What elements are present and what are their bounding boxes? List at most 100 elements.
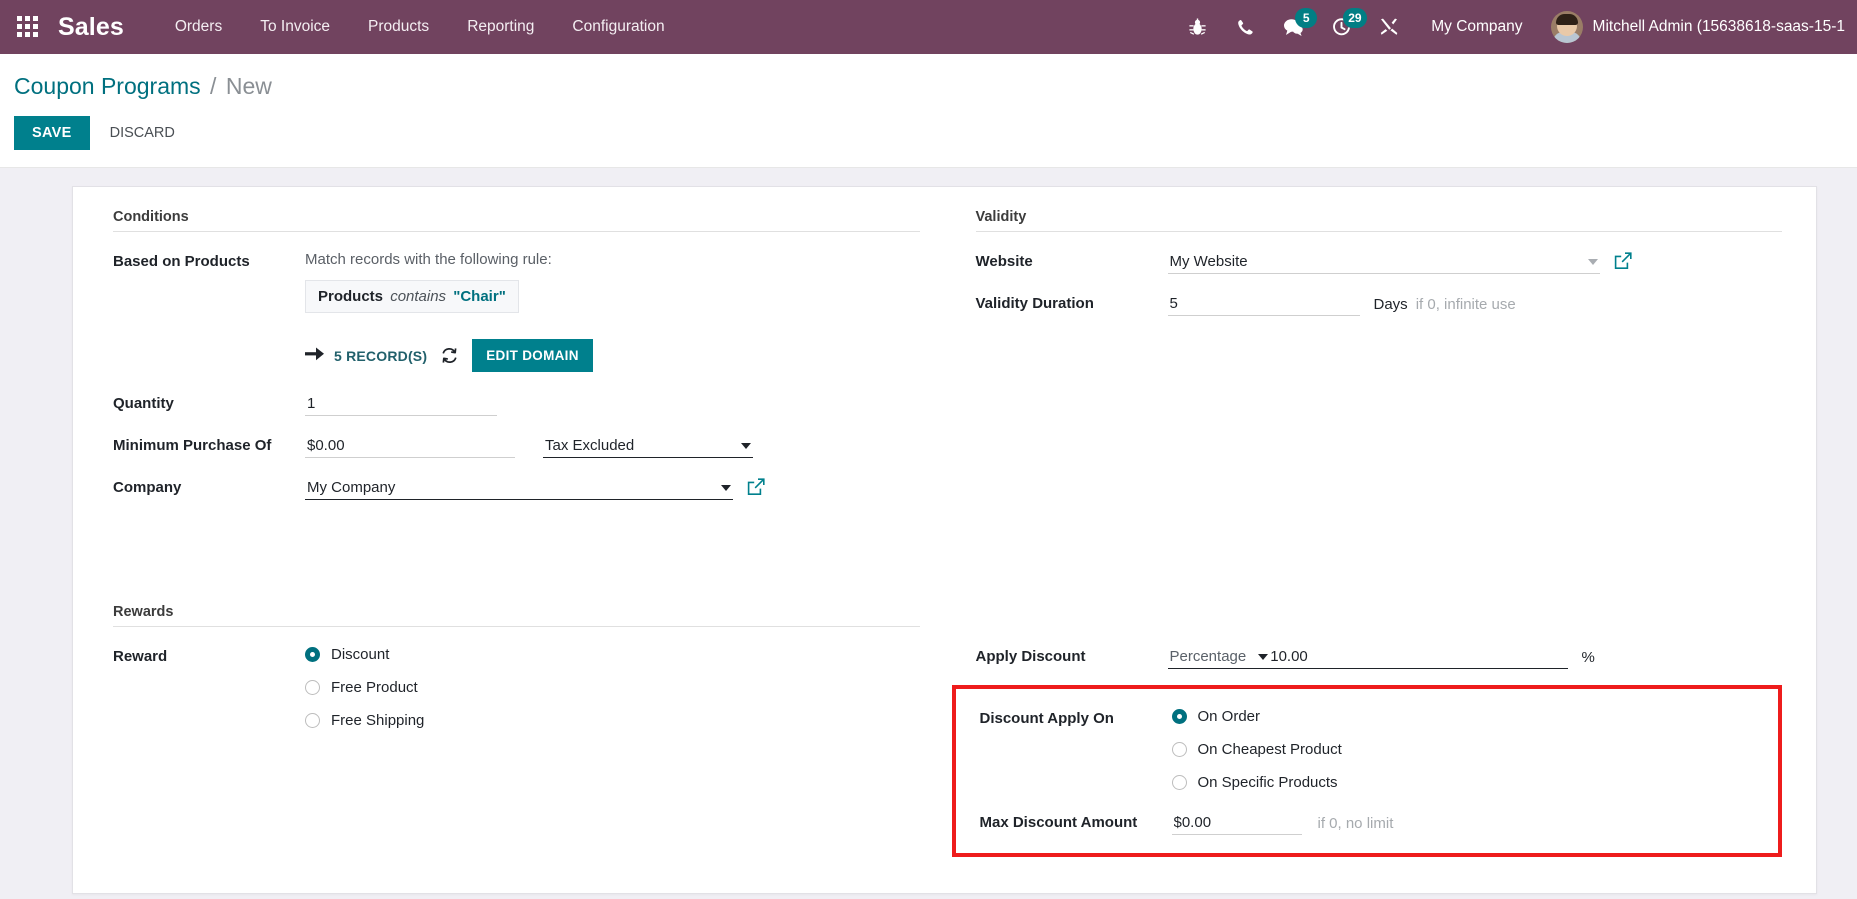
field-reward: Reward Discount Free Product Free Shippi… (113, 643, 920, 729)
conditions-group: Conditions Based on Products Match recor… (113, 209, 920, 516)
discount-apply-on-option-specific-products[interactable]: On Specific Products (1171, 774, 1763, 791)
quantity-label: Quantity (113, 395, 174, 412)
field-company: Company My Company (113, 474, 920, 502)
apply-discount-type-value: Percentage (1169, 648, 1247, 665)
breadcrumb: Coupon Programs / New (0, 70, 1857, 102)
max-discount-hint: if 0, no limit (1317, 815, 1394, 832)
form-sheet: Conditions Based on Products Match recor… (72, 186, 1817, 894)
user-name: Mitchell Admin (15638618-saas-15-1 (1592, 18, 1845, 35)
radio-unselected-icon[interactable] (305, 713, 320, 728)
company-label: Company (113, 479, 182, 496)
discount-apply-on-option-cheapest-product[interactable]: On Cheapest Product (1171, 741, 1763, 758)
reward-option-label: Free Product (331, 679, 418, 696)
apply-discount-amount[interactable]: 10.00 (1270, 648, 1308, 665)
field-minimum-purchase: Minimum Purchase Of Tax Excluded (113, 432, 920, 460)
records-count-label: 5 RECORD(S) (334, 347, 428, 364)
apply-discount-suffix: % (1581, 649, 1595, 666)
reward-option-free-product[interactable]: Free Product (305, 679, 920, 696)
avatar (1550, 11, 1583, 43)
rewards-title: Rewards (113, 604, 920, 627)
activities-badge: 29 (1343, 8, 1367, 28)
radio-unselected-icon[interactable] (1171, 775, 1187, 790)
company-select[interactable]: My Company (305, 477, 733, 500)
reward-option-label: Free Shipping (331, 712, 425, 729)
website-select[interactable]: My Website (1167, 251, 1600, 274)
validity-duration-label: Validity Duration (975, 295, 1094, 312)
form-content-area: Conditions Based on Products Match recor… (0, 168, 1857, 899)
domain-value: "Chair" (453, 288, 506, 305)
field-max-discount-amount: Max Discount Amount if 0, no limit (980, 809, 1763, 837)
edit-domain-button[interactable]: EDIT DOMAIN (472, 339, 593, 372)
discount-apply-on-option-label: On Cheapest Product (1197, 741, 1342, 758)
domain-operator: contains (390, 288, 447, 305)
field-validity-duration: Validity Duration Days if 0, infinite us… (976, 290, 1783, 318)
field-based-on-products: Based on Products Match records with the… (113, 248, 920, 372)
control-panel: Coupon Programs / New SAVE DISCARD (0, 54, 1857, 168)
rewards-groups: Rewards Reward Discount Free Product Fre… (113, 604, 1782, 857)
control-panel-buttons: SAVE DISCARD (0, 102, 1857, 167)
minimum-purchase-label: Minimum Purchase Of (113, 437, 272, 454)
reward-option-free-shipping[interactable]: Free Shipping (305, 712, 920, 729)
systray: 5 29 My Company Mitchell Admin (15638618… (1173, 0, 1857, 54)
discount-apply-on-option-on-order[interactable]: On Order (1171, 708, 1763, 725)
breadcrumb-separator: / (210, 73, 217, 99)
reward-label: Reward (113, 648, 168, 665)
messages-icon[interactable]: 5 (1269, 0, 1318, 54)
domain-node[interactable]: Products contains "Chair" (305, 280, 519, 313)
field-website: Website My Website (976, 248, 1783, 276)
validity-duration-hint: if 0, infinite use (1415, 296, 1516, 313)
refresh-icon[interactable] (441, 347, 458, 364)
validity-title: Validity (975, 209, 1782, 232)
reward-option-discount[interactable]: Discount (305, 646, 920, 663)
save-button[interactable]: SAVE (14, 116, 90, 150)
apply-discount-type-select[interactable]: Percentage 10.00 (1167, 646, 1568, 669)
domain-field: Products (318, 288, 384, 305)
menu-orders[interactable]: Orders (156, 0, 241, 54)
discount-apply-on-radio-group: On Order On Cheapest Product On Specific… (1171, 708, 1763, 791)
website-value: My Website (1169, 253, 1248, 270)
discount-apply-on-label: Discount Apply On (979, 710, 1114, 727)
company-switcher[interactable]: My Company (1413, 0, 1540, 54)
menu-to-invoice[interactable]: To Invoice (241, 0, 349, 54)
field-quantity: Quantity (113, 390, 920, 418)
tax-mode-value: Tax Excluded (545, 437, 635, 454)
website-external-link-icon[interactable] (1614, 251, 1632, 274)
company-external-link-icon[interactable] (747, 477, 765, 500)
chevron-down-icon (721, 484, 731, 491)
radio-unselected-icon[interactable] (1171, 742, 1187, 757)
tax-mode-select[interactable]: Tax Excluded (543, 435, 753, 458)
validity-duration-input[interactable] (1167, 293, 1360, 316)
menu-products[interactable]: Products (349, 0, 448, 54)
breadcrumb-coupon-programs[interactable]: Coupon Programs (14, 73, 201, 99)
menu-reporting[interactable]: Reporting (448, 0, 553, 54)
radio-unselected-icon[interactable] (305, 680, 320, 695)
validity-duration-unit: Days (1373, 296, 1408, 313)
user-menu[interactable]: Mitchell Admin (15638618-saas-15-1 (1541, 0, 1857, 54)
menu-configuration[interactable]: Configuration (553, 0, 683, 54)
breadcrumb-current: New (225, 73, 272, 99)
discard-button[interactable]: DISCARD (96, 116, 189, 150)
discount-config-group: Apply Discount Percentage 10.00 % Discou… (951, 604, 1782, 857)
radio-selected-icon[interactable] (1171, 709, 1187, 724)
chevron-down-icon (1258, 653, 1269, 660)
discount-apply-on-option-label: On Order (1197, 708, 1261, 725)
quantity-input[interactable] (305, 393, 497, 416)
based-on-products-label: Based on Products (113, 253, 250, 270)
records-count-link[interactable]: 5 RECORD(S) (305, 347, 427, 364)
phone-icon[interactable] (1221, 0, 1269, 54)
max-discount-label: Max Discount Amount (979, 814, 1138, 831)
reward-radio-group: Discount Free Product Free Shipping (305, 646, 920, 729)
bug-icon[interactable] (1173, 0, 1221, 54)
radio-selected-icon[interactable] (305, 647, 320, 662)
max-discount-input[interactable] (1171, 812, 1302, 835)
top-groups: Conditions Based on Products Match recor… (113, 209, 1782, 516)
top-navbar: Sales Orders To Invoice Products Reporti… (0, 0, 1857, 54)
minimum-purchase-input[interactable] (305, 435, 515, 458)
tools-icon[interactable] (1365, 0, 1413, 54)
apps-grid-icon[interactable] (0, 0, 46, 54)
activities-clock-icon[interactable]: 29 (1317, 0, 1367, 54)
discount-apply-on-highlight-box: Discount Apply On On Order On Cheapest P… (951, 685, 1782, 857)
app-brand-sales[interactable]: Sales (58, 0, 124, 54)
reward-option-label: Discount (331, 646, 390, 663)
company-value: My Company (307, 479, 396, 496)
